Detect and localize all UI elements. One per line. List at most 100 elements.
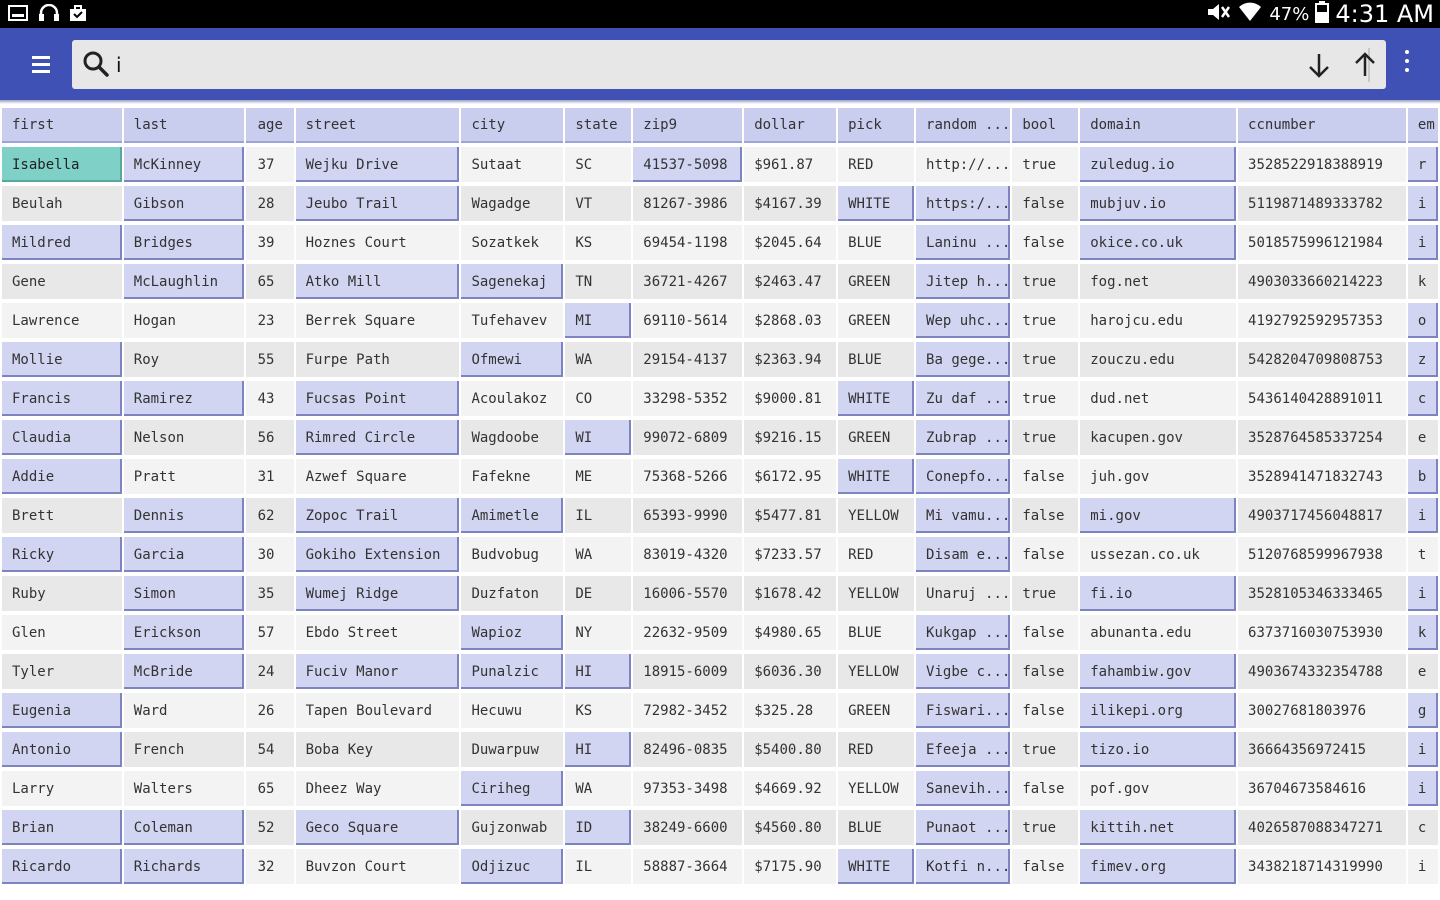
table-cell[interactable]: harojcu.edu (1080, 303, 1237, 338)
table-cell[interactable]: Richards (123, 849, 244, 884)
table-cell[interactable]: MI (565, 303, 632, 338)
table-cell[interactable]: $961.87 (744, 147, 837, 182)
table-cell[interactable]: $325.28 (744, 693, 837, 728)
table-cell[interactable]: WHITE (838, 849, 915, 884)
table-cell[interactable]: true (1012, 810, 1079, 845)
table-cell[interactable]: 36664356972415 (1238, 732, 1406, 767)
table-cell[interactable]: i (1407, 576, 1438, 611)
table-cell[interactable]: $7233.57 (744, 537, 837, 572)
table-cell[interactable]: Wagadge (461, 186, 564, 221)
table-cell[interactable]: CO (565, 381, 632, 416)
table-cell[interactable]: abunanta.edu (1080, 615, 1237, 650)
table-cell[interactable]: Wejku Drive (295, 147, 460, 182)
column-header[interactable]: pick (838, 108, 915, 143)
table-cell[interactable]: Fucsas Point (295, 381, 460, 416)
table-cell[interactable]: i (1407, 732, 1438, 767)
table-cell[interactable]: GREEN (838, 303, 915, 338)
table-cell[interactable]: $2363.94 (744, 342, 837, 377)
table-cell[interactable]: 4903674332354788 (1238, 654, 1406, 689)
table-cell[interactable]: 65 (245, 771, 294, 806)
table-cell[interactable]: i (1407, 225, 1438, 260)
table-cell[interactable]: 41537-5098 (633, 147, 743, 182)
table-cell[interactable]: French (123, 732, 244, 767)
table-cell[interactable]: Zopoc Trail (295, 498, 460, 533)
table-cell[interactable]: dud.net (1080, 381, 1237, 416)
table-cell[interactable]: $6172.95 (744, 459, 837, 494)
table-cell[interactable]: $6036.30 (744, 654, 837, 689)
table-cell[interactable]: 5119871489333782 (1238, 186, 1406, 221)
table-cell[interactable]: true (1012, 420, 1079, 455)
table-cell[interactable]: $1678.42 (744, 576, 837, 611)
table-cell[interactable]: 37 (245, 147, 294, 182)
table-cell[interactable]: WA (565, 537, 632, 572)
column-header[interactable]: bool (1012, 108, 1079, 143)
table-cell[interactable]: McBride (123, 654, 244, 689)
table-cell[interactable]: Atko Mill (295, 264, 460, 299)
table-cell[interactable]: kittih.net (1080, 810, 1237, 845)
table-cell[interactable]: $2868.03 (744, 303, 837, 338)
table-cell[interactable]: 22632-9509 (633, 615, 743, 650)
table-cell[interactable]: 29154-4137 (633, 342, 743, 377)
table-cell[interactable]: Odjizuc (461, 849, 564, 884)
table-cell[interactable]: zuledug.io (1080, 147, 1237, 182)
table-cell[interactable]: RED (838, 147, 915, 182)
table-cell[interactable]: WHITE (838, 459, 915, 494)
table-cell[interactable]: 28 (245, 186, 294, 221)
table-cell[interactable]: i (1407, 186, 1438, 221)
table-cell[interactable]: 5120768599967938 (1238, 537, 1406, 572)
table-cell[interactable]: false (1012, 615, 1079, 650)
table-cell[interactable]: McLaughlin (123, 264, 244, 299)
table-cell[interactable]: 43 (245, 381, 294, 416)
table-cell[interactable]: 4903717456048817 (1238, 498, 1406, 533)
table-cell[interactable]: Furpe Path (295, 342, 460, 377)
column-header[interactable]: random ... (916, 108, 1011, 143)
table-cell[interactable]: k (1407, 615, 1438, 650)
table-cell[interactable]: Bridges (123, 225, 244, 260)
table-cell[interactable]: tizo.io (1080, 732, 1237, 767)
table-cell[interactable]: $2045.64 (744, 225, 837, 260)
table-cell[interactable]: BLUE (838, 342, 915, 377)
table-cell[interactable]: Budvobug (461, 537, 564, 572)
table-cell[interactable]: 65 (245, 264, 294, 299)
table-cell[interactable]: $7175.90 (744, 849, 837, 884)
table-cell[interactable]: 58887-3664 (633, 849, 743, 884)
table-cell[interactable]: Wagdoobe (461, 420, 564, 455)
table-cell[interactable]: $5400.80 (744, 732, 837, 767)
table-cell[interactable]: KS (565, 693, 632, 728)
table-cell[interactable]: false (1012, 693, 1079, 728)
table-cell[interactable]: SC (565, 147, 632, 182)
overflow-menu-icon[interactable] (1402, 50, 1412, 80)
table-cell[interactable]: KS (565, 225, 632, 260)
table-cell[interactable]: 75368-5266 (633, 459, 743, 494)
table-cell[interactable]: $4980.65 (744, 615, 837, 650)
table-cell[interactable]: k (1407, 264, 1438, 299)
column-header[interactable]: zip9 (633, 108, 743, 143)
table-cell[interactable]: fog.net (1080, 264, 1237, 299)
table-cell[interactable]: kacupen.gov (1080, 420, 1237, 455)
table-cell[interactable]: false (1012, 654, 1079, 689)
column-header[interactable]: age (245, 108, 294, 143)
table-cell[interactable]: Eugenia (2, 693, 122, 728)
table-cell[interactable]: Fafekne (461, 459, 564, 494)
table-cell[interactable]: 38249-6600 (633, 810, 743, 845)
table-cell[interactable]: 54 (245, 732, 294, 767)
table-cell[interactable]: Disam e... (916, 537, 1011, 572)
table-cell[interactable]: true (1012, 264, 1079, 299)
table-cell[interactable]: 39 (245, 225, 294, 260)
table-cell[interactable]: 4192792592957353 (1238, 303, 1406, 338)
table-cell[interactable]: Zu daf ... (916, 381, 1011, 416)
table-cell[interactable]: 55 (245, 342, 294, 377)
table-cell[interactable]: fahambiw.gov (1080, 654, 1237, 689)
table-cell[interactable]: Jeubo Trail (295, 186, 460, 221)
table-cell[interactable]: Mi vamu... (916, 498, 1011, 533)
table-cell[interactable]: $5477.81 (744, 498, 837, 533)
table-cell[interactable]: 56 (245, 420, 294, 455)
table-cell[interactable]: Lawrence (2, 303, 122, 338)
table-cell[interactable]: 97353-3498 (633, 771, 743, 806)
table-cell[interactable]: 30027681803976 (1238, 693, 1406, 728)
find-next-down-icon[interactable] (1302, 48, 1336, 82)
table-cell[interactable]: BLUE (838, 615, 915, 650)
table-cell[interactable]: 36721-4267 (633, 264, 743, 299)
table-cell[interactable]: 32 (245, 849, 294, 884)
table-cell[interactable]: c (1407, 381, 1438, 416)
